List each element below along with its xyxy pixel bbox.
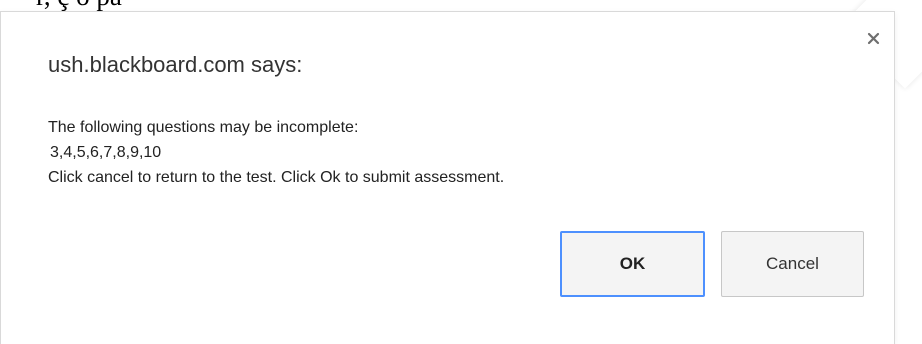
close-button[interactable] bbox=[864, 29, 884, 49]
message-line-incomplete: The following questions may be incomplet… bbox=[48, 119, 359, 136]
dialog-message: The following questions may be incomplet… bbox=[48, 115, 504, 190]
cancel-button[interactable]: Cancel bbox=[721, 231, 864, 297]
page: r, ç o pa ush.blackboard.com says: The f… bbox=[0, 0, 922, 344]
ok-button[interactable]: OK bbox=[560, 231, 705, 297]
message-line-instructions: Click cancel to return to the test. Clic… bbox=[48, 169, 505, 186]
background-document-text: r, ç o pa bbox=[36, 0, 122, 11]
alert-dialog: ush.blackboard.com says: The following q… bbox=[0, 11, 895, 344]
incomplete-questions-list: 3,4,5,6,7,8,9,10 bbox=[50, 144, 162, 161]
close-icon bbox=[867, 32, 880, 45]
dialog-title: ush.blackboard.com says: bbox=[48, 52, 303, 77]
